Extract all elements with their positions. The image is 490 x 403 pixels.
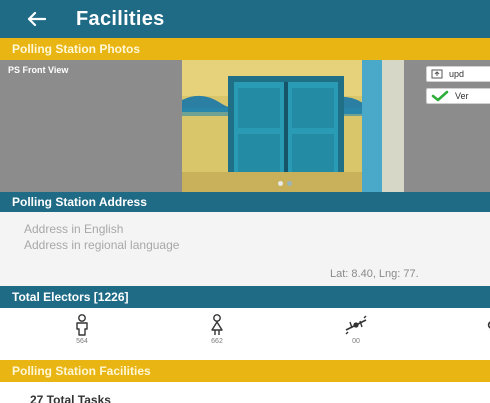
electors-row: 564 662 00 — [0, 308, 490, 360]
photo-caption: PS Front View — [8, 65, 69, 75]
electors-section-title: Total Electors [1226] — [12, 290, 129, 304]
third-gender-electors-count: 00 — [352, 338, 360, 345]
upload-photo-button[interactable]: upd — [426, 66, 490, 82]
address-english[interactable]: Address in English — [24, 222, 123, 236]
address-section-header: Polling Station Address — [0, 192, 490, 212]
facilities-section-header: Polling Station Facilities — [0, 360, 490, 382]
upload-photo-label: upd — [449, 69, 465, 79]
lat-lng-readout: Lat: 8.40, Lng: 77. — [330, 268, 419, 280]
photos-section-title: Polling Station Photos — [12, 42, 140, 56]
female-voter-icon — [211, 314, 223, 335]
door-photo-image — [182, 60, 404, 192]
male-voter-icon — [76, 314, 88, 336]
third-gender-icon — [345, 315, 367, 335]
app-bar: Facilities — [0, 0, 490, 38]
verify-photo-button[interactable]: Ver — [426, 88, 490, 104]
female-electors: 662 — [197, 314, 237, 345]
back-button[interactable] — [14, 0, 58, 38]
more-electors-partial — [470, 314, 490, 336]
verify-photo-label: Ver — [455, 91, 469, 101]
address-section-title: Polling Station Address — [12, 195, 147, 209]
page-title: Facilities — [76, 7, 165, 30]
carousel-dot[interactable] — [287, 181, 292, 186]
carousel-indicator — [278, 181, 292, 186]
total-tasks-label: 27 Total Tasks — [30, 393, 111, 403]
tasks-summary[interactable]: 27 Total Tasks — [0, 382, 490, 403]
upload-icon — [431, 69, 443, 79]
address-regional[interactable]: Address in regional language — [24, 238, 179, 252]
facilities-section-title: Polling Station Facilities — [12, 364, 151, 378]
arrow-left-icon — [27, 11, 46, 27]
address-panel: Address in English Address in regional l… — [0, 212, 490, 286]
third-gender-electors: 00 — [336, 314, 376, 345]
electors-section-header: Total Electors [1226] — [0, 286, 490, 308]
photo-carousel[interactable]: PS Front View — [0, 60, 490, 192]
partial-icon — [487, 321, 490, 329]
female-electors-count: 662 — [211, 338, 223, 345]
carousel-dot-active[interactable] — [278, 181, 283, 186]
male-electors: 564 — [62, 314, 102, 345]
male-electors-count: 564 — [76, 338, 88, 345]
polling-station-photo[interactable] — [182, 60, 404, 192]
photos-section-header: Polling Station Photos — [0, 38, 490, 60]
check-icon — [431, 90, 449, 102]
